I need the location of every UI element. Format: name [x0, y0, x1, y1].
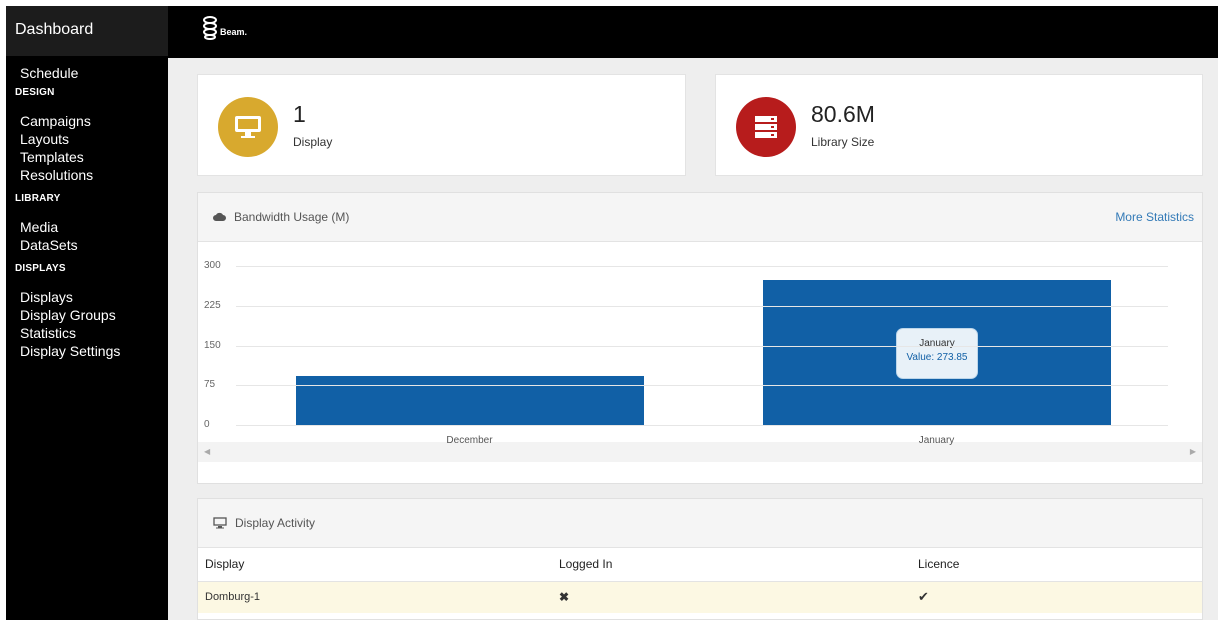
gridline [236, 385, 1168, 387]
y-tick-label: 75 [204, 379, 216, 391]
library-size-label: Library Size [811, 135, 875, 149]
table-row[interactable]: Domburg-1 ✖ ✔ [198, 581, 1202, 613]
monitor-icon [218, 97, 278, 157]
sidebar-item-statistics[interactable]: Statistics [6, 324, 168, 342]
column-header-display[interactable]: Display [198, 548, 552, 582]
top-bar: Beam. [168, 6, 1218, 58]
stat-library-card: 80.6M Library Size [715, 74, 1203, 176]
display-activity-title: Display Activity [213, 516, 315, 530]
coil-logo-icon [203, 16, 217, 40]
brand-logo[interactable]: Beam. [202, 16, 247, 40]
more-statistics-link[interactable]: More Statistics [1115, 210, 1194, 224]
server-icon [736, 97, 796, 157]
column-header-logged-in[interactable]: Logged In [552, 548, 911, 582]
sidebar-item-datasets[interactable]: DataSets [6, 236, 168, 254]
sidebar-item-resolutions[interactable]: Resolutions [6, 166, 168, 184]
logo-text: Beam. [220, 27, 248, 37]
display-activity-panel: Display Activity Display Logged In Licen… [197, 498, 1203, 620]
bandwidth-chart: January Value: 273.85 ◀ ▶ 0 75 150 225 300 De… [198, 242, 1202, 462]
app-frame: Dashboard Schedule DESIGN Campaigns Layo… [6, 6, 1218, 620]
bandwidth-title: Bandwidth Usage (M) [213, 210, 349, 224]
display-activity-table: Display Logged In Licence Domburg-1 ✖ ✔ [198, 548, 1202, 613]
sidebar-heading-library: LIBRARY [15, 193, 61, 204]
cell-logged-in: ✖ [552, 581, 911, 613]
sidebar: Dashboard Schedule DESIGN Campaigns Layo… [6, 6, 168, 620]
table-header-row: Display Logged In Licence [198, 548, 1202, 582]
sidebar-item-display-settings[interactable]: Display Settings [6, 342, 168, 360]
sidebar-item-schedule[interactable]: Schedule [6, 64, 168, 82]
tooltip-value: Value: 273.85 [906, 352, 968, 363]
column-header-licence[interactable]: Licence [911, 548, 1202, 582]
sidebar-item-media[interactable]: Media [6, 218, 168, 236]
display-count-label: Display [293, 135, 333, 149]
cell-display-name: Domburg-1 [198, 581, 552, 613]
sidebar-item-layouts[interactable]: Layouts [6, 130, 168, 148]
gridline [236, 266, 1168, 267]
x-tick-label: December [446, 435, 493, 446]
display-activity-title-text: Display Activity [235, 516, 316, 530]
sidebar-nav: Schedule DESIGN Campaigns Layouts Templa… [6, 56, 168, 360]
bar-december[interactable] [295, 375, 644, 425]
cell-licence: ✔ [911, 581, 1202, 613]
y-tick-label: 0 [204, 419, 210, 430]
chart-tooltip: January Value: 273.85 [896, 328, 978, 379]
sidebar-item-templates[interactable]: Templates [6, 148, 168, 166]
bandwidth-title-text: Bandwidth Usage (M) [234, 210, 350, 224]
y-tick-label: 300 [204, 260, 221, 271]
sidebar-heading-displays: DISPLAYS [15, 263, 66, 274]
tooltip-title: January [919, 338, 955, 349]
gridline [236, 425, 1168, 426]
sidebar-item-display-groups[interactable]: Display Groups [6, 306, 168, 324]
sidebar-item-campaigns[interactable]: Campaigns [6, 112, 168, 130]
gridline [236, 305, 1168, 307]
x-tick-label: January [918, 435, 955, 446]
y-tick-label: 225 [204, 299, 221, 311]
stat-display-card: 1 Display [197, 74, 686, 176]
scroll-left-arrow-icon[interactable]: ◀ [204, 447, 210, 456]
sidebar-heading-design: DESIGN [15, 87, 55, 98]
chart-scrollbar[interactable]: ◀ ▶ [198, 442, 1202, 462]
sidebar-header[interactable]: Dashboard [6, 6, 168, 56]
monitor-small-icon [213, 517, 227, 529]
bandwidth-panel-header: Bandwidth Usage (M) More Statistics [198, 193, 1202, 242]
bandwidth-panel: Bandwidth Usage (M) More Statistics Janu… [197, 192, 1203, 484]
display-activity-header: Display Activity [198, 499, 1202, 548]
scroll-right-arrow-icon[interactable]: ▶ [1190, 447, 1196, 456]
display-count: 1 [293, 101, 306, 127]
library-size-value: 80.6M [811, 101, 875, 127]
y-tick-label: 150 [204, 339, 221, 351]
gridline [236, 345, 1168, 347]
cloud-icon [213, 212, 226, 221]
sidebar-item-displays[interactable]: Displays [6, 288, 168, 306]
